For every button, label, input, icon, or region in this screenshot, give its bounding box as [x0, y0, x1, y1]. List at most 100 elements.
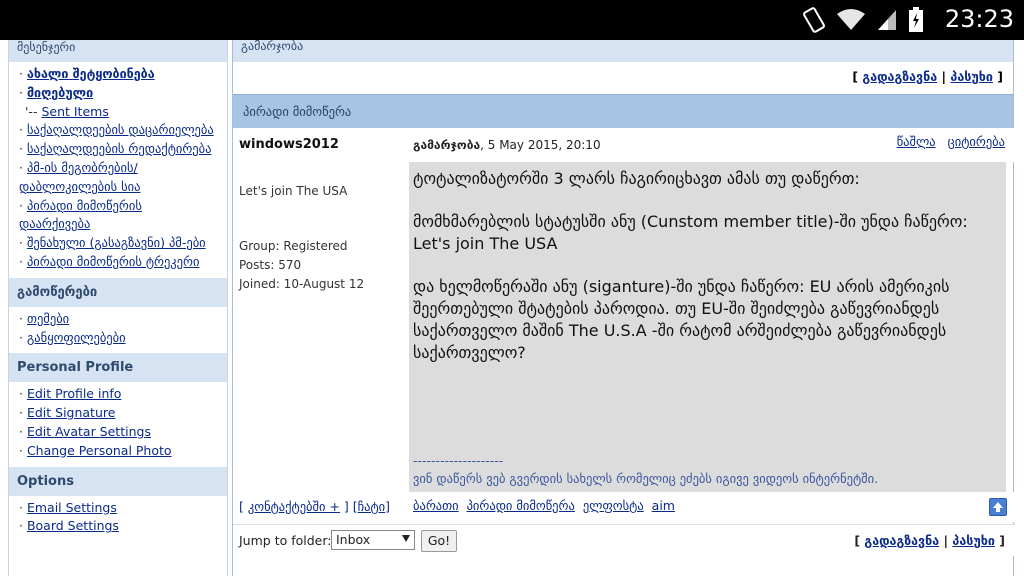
- menu-item-email-settings: · Email Settings: [19, 499, 117, 515]
- page: მესენჯერი · ახალი შეტყობინება · მიღებული…: [0, 40, 1024, 576]
- page-title: გამარჯობა: [233, 40, 1013, 62]
- post-paragraph-3: და ხელმოწერაში ანუ (siganture)-ში უნდა ჩ…: [413, 277, 950, 362]
- contacts-list-link[interactable]: პმ-ის მეგობრების/ დაბლოკილების სია: [19, 160, 140, 194]
- quote-button[interactable]: ციტირება: [948, 134, 1005, 149]
- menu-item-sent: '-- Sent Items: [25, 103, 109, 119]
- menu-item-new-message: · ახალი შეტყობინება: [19, 66, 155, 81]
- sidebar: მესენჯერი · ახალი შეტყობინება · მიღებული…: [8, 40, 228, 576]
- contact-actions: [ კონტაქტებში + ] [ჩატი]: [239, 499, 391, 514]
- forward-button[interactable]: გადაგზავნა: [862, 69, 937, 84]
- post-body: ტოტალიზატორში 3 ლარს ჩაგირიცხავთ ამას თუ…: [409, 162, 1006, 492]
- archive-link[interactable]: პირადი მიმოწერის დაარქივება: [19, 198, 142, 232]
- post-paragraph-1: ტოტალიზატორში 3 ლარს ჩაგირიცხავთ ამას თუ…: [413, 169, 860, 188]
- board-settings-link[interactable]: Board Settings: [27, 518, 119, 533]
- sent-items-link[interactable]: Sent Items: [41, 104, 108, 119]
- post-author[interactable]: windows2012: [239, 137, 339, 152]
- change-photo-link[interactable]: Change Personal Photo: [27, 443, 172, 458]
- post-actions: წაშლა ციტირება: [889, 134, 1005, 149]
- delete-button[interactable]: წაშლა: [897, 134, 936, 149]
- pm-tracker-link[interactable]: პირადი მიმოწერის ტრეკერი: [27, 254, 200, 269]
- edit-signature-link[interactable]: Edit Signature: [27, 405, 115, 420]
- menu-item-forums: · განყოფილებები: [19, 329, 126, 345]
- avatar-settings-link[interactable]: Edit Avatar Settings: [27, 424, 151, 439]
- menu-item-contacts: · პმ-ის მეგობრების/ დაბლოკილების სია: [19, 159, 141, 194]
- sidebar-header-messenger: მესენჯერი: [9, 40, 227, 62]
- bottom-reply-bar: [ გადაგზავნა | პასუხი ]: [854, 533, 1005, 548]
- menu-item-inbox: · მიღებული: [19, 84, 94, 100]
- profile-card-link[interactable]: ბარათი: [413, 498, 459, 513]
- aim-link[interactable]: aim: [652, 498, 675, 513]
- top-reply-bar: [ გადაგზავნა | პასუხი ]: [852, 69, 1003, 84]
- inbox-link[interactable]: მიღებული: [27, 85, 93, 100]
- post-paragraph-2: მომხმარებლის სტატუსში ანუ (Cunstom membe…: [413, 211, 1002, 255]
- signature-divider: --------------------: [413, 453, 504, 468]
- post-meta: გამარჯობა, 5 May 2015, 20:10: [413, 138, 601, 152]
- post-footer: [ კონტაქტებში + ] [ჩატი] ბარათი პირადი მ…: [233, 492, 1015, 522]
- battery-icon: [909, 7, 923, 32]
- menu-item-edit-profile: · Edit Profile info: [19, 386, 122, 402]
- edit-profile-link[interactable]: Edit Profile info: [27, 386, 121, 401]
- signature: -------------------- ვინ დაწერს ვებ გვერ…: [413, 452, 878, 488]
- vibrate-icon: [803, 7, 825, 33]
- email-settings-link[interactable]: Email Settings: [27, 500, 117, 515]
- status-bar: 23:23: [0, 0, 1024, 40]
- new-message-link[interactable]: ახალი შეტყობინება: [27, 66, 155, 81]
- reply-button-bottom[interactable]: პასუხი: [952, 533, 995, 548]
- send-pm-link[interactable]: პირადი მიმოწერა: [467, 498, 575, 513]
- add-contact-button[interactable]: კონტაქტებში +: [248, 499, 340, 514]
- wifi-icon: [837, 9, 865, 30]
- menu-item-edit-signature: · Edit Signature: [19, 405, 116, 421]
- menu-item-tracker: · პირადი მიმოწერის ტრეკერი: [19, 253, 200, 269]
- menu-item-empty-folders: · საქაღალდეების დაცარიელება: [19, 122, 214, 138]
- menu-item-photo: · Change Personal Photo: [19, 442, 172, 458]
- author-group: Group: Registered: [239, 239, 348, 253]
- jump-label: Jump to folder:: [239, 533, 332, 548]
- folder-select[interactable]: Inbox: [331, 530, 415, 550]
- reply-button[interactable]: პასუხი: [950, 69, 993, 84]
- post-paragraph-2b: Let's join The USA: [413, 234, 558, 253]
- post-paragraph-2a: მომხმარებლის სტატუსში ანუ (Cunstom membe…: [413, 212, 968, 231]
- sidebar-header-subscriptions: გამოწერები: [9, 277, 227, 307]
- signal-icon: [878, 10, 896, 30]
- status-icons: [802, 6, 924, 34]
- author-info: Let's join The USA Group: Registered Pos…: [233, 162, 409, 492]
- menu-item-edit-folders: · საქაღალდეების რედაქტირება: [19, 141, 212, 157]
- author-stats: Group: Registered Posts: 570 Joined: 10-…: [239, 237, 403, 294]
- post-date: , 5 May 2015, 20:10: [480, 138, 601, 152]
- section-title: პირადი მიმოწერა: [233, 94, 1013, 128]
- menu-item-saved: · შენახული (გასაგზავნი) პმ-ები: [19, 235, 206, 251]
- main-content: გამარჯობა [ გადაგზავნა | პასუხი ] პირადი…: [232, 40, 1015, 576]
- forums-link[interactable]: განყოფილებები: [27, 330, 126, 345]
- subscriptions-menu: · თემები · განყოფილებები: [9, 307, 227, 354]
- menu-item-topics: · თემები: [19, 310, 70, 326]
- author-joined: Joined: 10-August 12: [239, 277, 365, 291]
- chat-button[interactable]: ჩატი: [358, 499, 386, 514]
- author-posts: Posts: 570: [239, 258, 302, 272]
- signature-text: ვინ დაწერს ვებ გვერდის სახელს რომელიც ეძ…: [413, 471, 879, 486]
- status-clock: 23:23: [944, 5, 1014, 33]
- folder-select-value: Inbox: [336, 532, 371, 547]
- messenger-menu: · ახალი შეტყობინება · მიღებული '-- Sent …: [9, 62, 227, 278]
- arrow-up-icon: [993, 502, 1003, 512]
- scroll-top-button[interactable]: [989, 498, 1007, 516]
- edit-folders-link[interactable]: საქაღალდეების რედაქტირება: [27, 141, 212, 156]
- folder-jump-bar: Jump to folder: Inbox Go! [ გადაგზავნა |…: [233, 524, 1015, 556]
- post-greeting: გამარჯობა: [413, 138, 481, 152]
- chevron-down-icon: [402, 535, 410, 542]
- profile-menu: · Edit Profile info · Edit Signature · E…: [9, 382, 227, 466]
- sidebar-header-options: Options: [9, 466, 227, 496]
- member-title: Let's join The USA: [239, 184, 348, 198]
- forward-button-bottom[interactable]: გადაგზავნა: [864, 533, 939, 548]
- email-link[interactable]: ელფოსტა: [583, 498, 644, 513]
- menu-item-board-settings: · Board Settings: [19, 518, 119, 534]
- profile-links: ბარათი პირადი მიმოწერა ელფოსტა aim: [413, 498, 679, 513]
- menu-item-avatar: · Edit Avatar Settings: [19, 423, 151, 439]
- go-button[interactable]: Go!: [421, 530, 457, 552]
- saved-pms-link[interactable]: შენახული (გასაგზავნი) პმ-ები: [27, 235, 206, 250]
- post-header: windows2012 გამარჯობა, 5 May 2015, 20:10…: [233, 128, 1015, 162]
- options-menu: · Email Settings · Board Settings: [9, 496, 227, 543]
- sidebar-header-profile: Personal Profile: [9, 353, 227, 383]
- topics-link[interactable]: თემები: [27, 311, 69, 326]
- menu-item-archive: · პირადი მიმოწერის დაარქივება: [19, 197, 142, 232]
- empty-folders-link[interactable]: საქაღალდეების დაცარიელება: [27, 122, 214, 137]
